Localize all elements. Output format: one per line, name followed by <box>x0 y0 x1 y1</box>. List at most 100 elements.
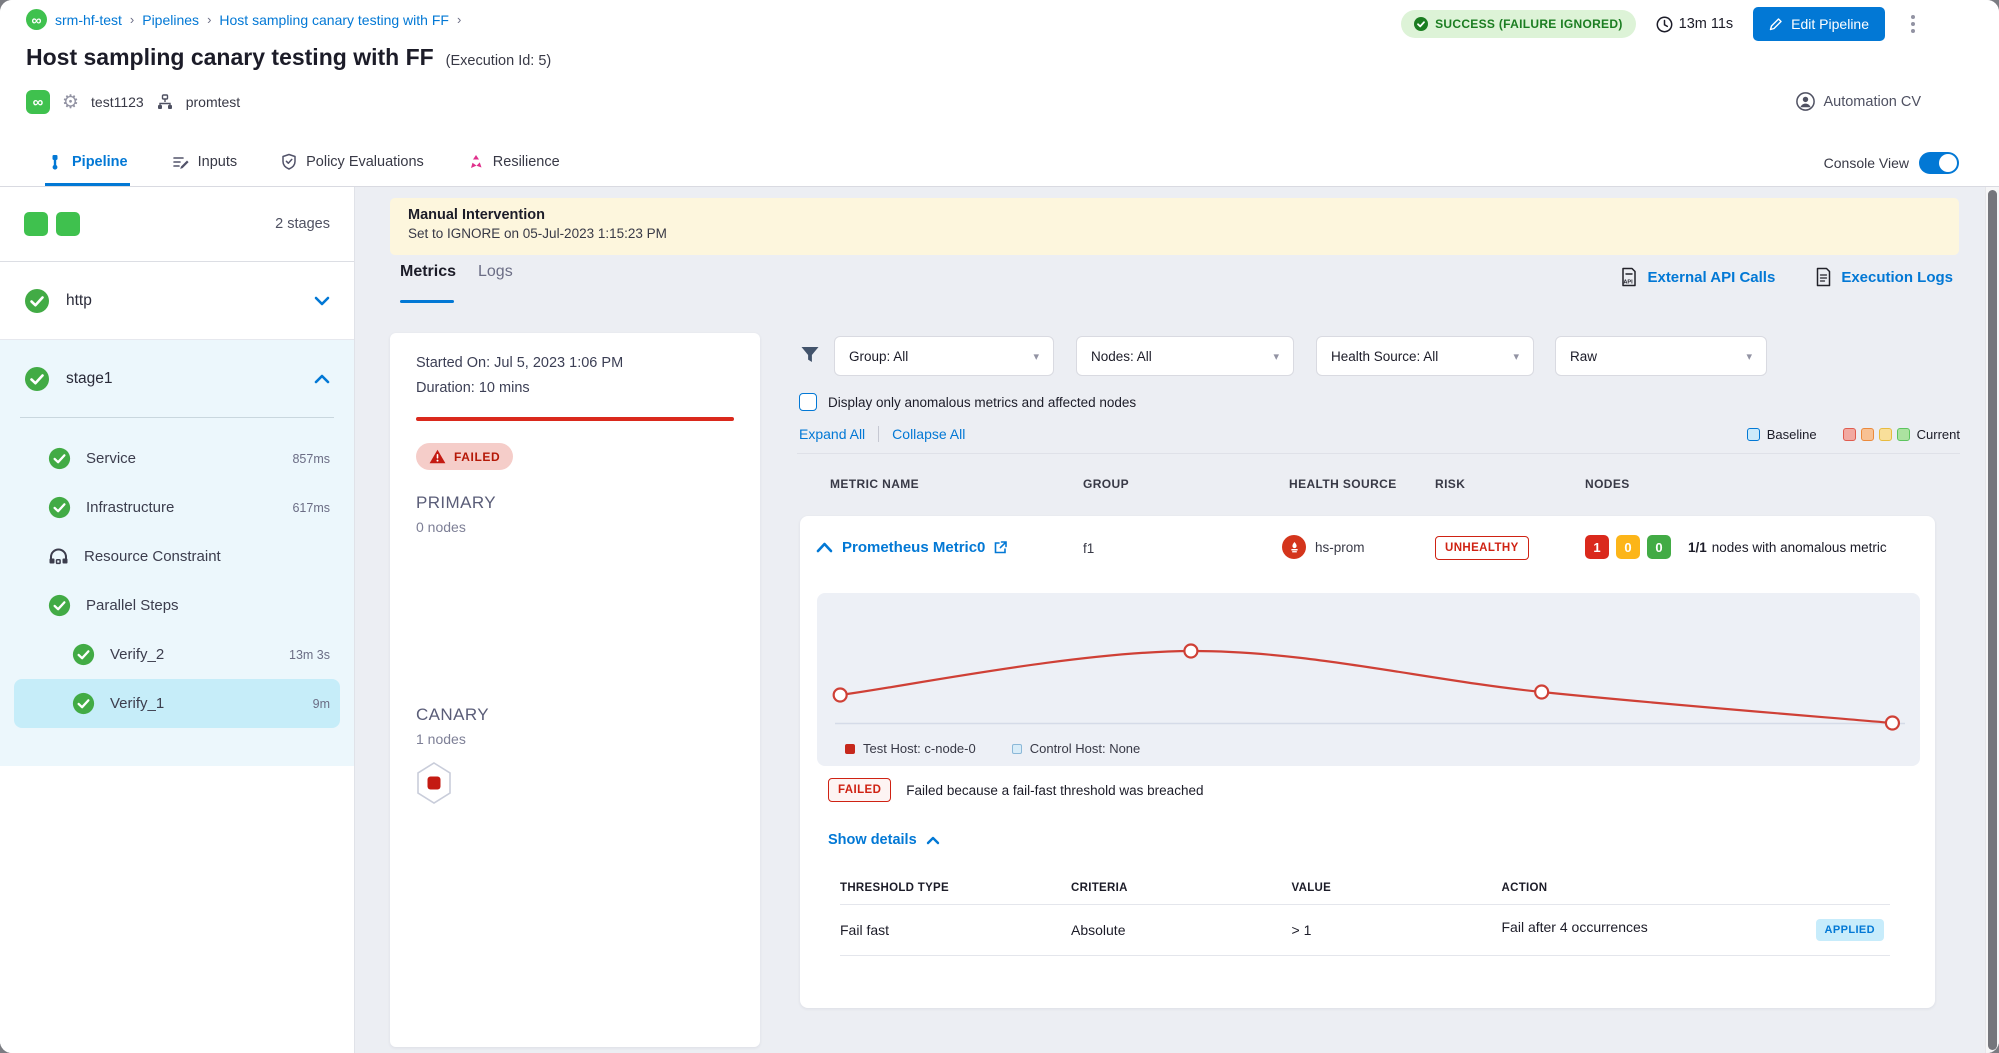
sidebar-step-infrastructure[interactable]: Infrastructure617ms <box>14 483 340 532</box>
sidebar-stage-stage1[interactable]: stage1 <box>0 340 354 417</box>
tab-resilience[interactable]: Resilience <box>466 140 562 186</box>
applied-badge: APPLIED <box>1816 919 1884 941</box>
baseline-swatch-icon <box>1747 428 1760 441</box>
breadcrumb-separator: › <box>207 12 211 27</box>
filter-row: Group: All▾ Nodes: All▾ Health Source: All… <box>797 336 1960 376</box>
more-options-icon[interactable] <box>1905 9 1921 39</box>
metric-name-link[interactable]: Prometheus Metric0 <box>842 539 1008 556</box>
user-name: Automation CV <box>1823 94 1921 110</box>
metric-line-chart[interactable] <box>817 597 1920 737</box>
console-view-toggle[interactable] <box>1919 152 1959 174</box>
nodes-summary-text: nodes with anomalous metric <box>1712 540 1887 555</box>
console-view-label: Console View <box>1824 155 1909 171</box>
chart-legend-item: Test Host: c-node-0 <box>845 741 976 756</box>
chevron-up-icon[interactable] <box>314 374 330 384</box>
pencil-icon <box>1769 17 1783 31</box>
data-mode-filter-dropdown[interactable]: Raw▾ <box>1555 336 1767 376</box>
chevron-down-icon: ▾ <box>1513 350 1519 363</box>
edit-pipeline-button[interactable]: Edit Pipeline <box>1753 7 1885 41</box>
show-details-link[interactable]: Show details <box>828 832 940 848</box>
breadcrumb-separator: › <box>130 12 134 27</box>
tab-inputs[interactable]: Inputs <box>170 140 240 186</box>
legend-label: Control Host: None <box>1030 741 1141 756</box>
failed-progress-bar <box>416 417 734 421</box>
metric-chart-panel: Test Host: c-node-0 Control Host: None <box>817 593 1920 766</box>
collapse-chevron-icon[interactable] <box>816 542 833 553</box>
success-check-icon <box>24 366 50 392</box>
sidebar-step-verify-2[interactable]: Verify_2 13m 3s <box>14 630 340 679</box>
chevron-down-icon: ▾ <box>1273 350 1279 363</box>
sidebar-stage-http[interactable]: http <box>0 262 354 339</box>
page-title: Host sampling canary testing with FF <box>26 44 434 71</box>
current-swatch-icon <box>1843 428 1856 441</box>
duration: Duration: 10 mins <box>416 380 530 396</box>
breadcrumb-pipeline-name[interactable]: Host sampling canary testing with FF <box>219 12 449 28</box>
user-chip[interactable]: Automation CV <box>1796 92 1921 111</box>
success-check-icon <box>48 447 71 470</box>
banner-subtitle: Set to IGNORE on 05-Jul-2023 1:15:23 PM <box>408 226 1941 241</box>
risk-badge: UNHEALTHY <box>1435 536 1529 560</box>
failed-status-label: FAILED <box>454 450 500 464</box>
sidebar-step-parallel-steps[interactable]: Parallel Steps <box>14 581 340 630</box>
step-label: Verify_2 <box>110 646 164 663</box>
service-name[interactable]: test1123 <box>91 94 144 110</box>
step-list: Service857msInfrastructure617msResource … <box>0 418 354 728</box>
nodes-filter-dropdown[interactable]: Nodes: All▾ <box>1076 336 1294 376</box>
health-source-filter-dropdown[interactable]: Health Source: All ▾ <box>1316 336 1534 376</box>
scrollbar-thumb[interactable] <box>1988 190 1997 1050</box>
breadcrumb: ∞ srm-hf-test › Pipelines › Host samplin… <box>26 9 461 30</box>
filter-icon[interactable] <box>799 344 821 366</box>
execution-logs-label: Execution Logs <box>1841 269 1953 286</box>
vertical-scrollbar[interactable] <box>1985 187 1999 1053</box>
breadcrumb-pipelines[interactable]: Pipelines <box>142 12 199 28</box>
execution-logs-link[interactable]: Execution Logs <box>1815 267 1953 287</box>
threshold-details-table: THRESHOLD TYPECRITERIAVALUEACTIONFail fa… <box>840 874 1890 956</box>
metric-row-card: Prometheus Metric0 f1 <box>800 516 1935 1008</box>
tab-policy-evaluations[interactable]: Policy Evaluations <box>279 140 426 186</box>
sidebar-step-resource-constraint[interactable]: Resource Constraint <box>14 532 340 581</box>
step-label: Parallel Steps <box>86 597 179 614</box>
breadcrumb-project[interactable]: srm-hf-test <box>55 12 122 28</box>
execution-header: ∞ srm-hf-test › Pipelines › Host samplin… <box>0 0 1999 140</box>
current-swatch-icon <box>1879 428 1892 441</box>
elapsed-time: 13m 11s <box>1656 16 1734 33</box>
started-on: Started On: Jul 5, 2023 1:06 PM <box>416 355 623 371</box>
subtab-logs[interactable]: Logs <box>478 263 513 281</box>
stages-header: 2 stages <box>0 187 354 262</box>
edit-pipeline-label: Edit Pipeline <box>1791 16 1869 32</box>
node-count-chip: 1 <box>1585 535 1609 559</box>
stage-squares-icon <box>24 212 80 236</box>
column-header-group: GROUP <box>1083 477 1129 491</box>
anomalous-only-checkbox[interactable] <box>799 393 817 411</box>
collapse-all-link[interactable]: Collapse All <box>892 426 965 442</box>
failed-status-pill: FAILED <box>416 443 513 470</box>
external-api-calls-label: External API Calls <box>1647 269 1775 286</box>
success-check-icon <box>48 496 71 519</box>
group-filter-dropdown[interactable]: Group: All▾ <box>834 336 1054 376</box>
node-count-chip: 0 <box>1647 535 1671 559</box>
tab-pipeline[interactable]: Pipeline <box>45 140 130 186</box>
chart-legend-item: Control Host: None <box>1012 741 1141 756</box>
sidebar-step-service[interactable]: Service857ms <box>14 434 340 483</box>
person-icon <box>1796 92 1815 111</box>
prometheus-icon <box>1282 535 1306 559</box>
api-document-icon: API <box>1620 267 1638 287</box>
stages-sidebar: 2 stages http <box>0 187 355 1053</box>
expand-all-link[interactable]: Expand All <box>799 426 865 442</box>
dropdown-value: Health Source: All <box>1331 349 1438 364</box>
success-check-icon <box>24 288 50 314</box>
subtab-metrics[interactable]: Metrics <box>400 263 456 281</box>
metrics-table-header: METRIC NAMEGROUPHEALTH SOURCERISKNODES <box>797 477 1960 497</box>
main-tabbar: Pipeline Inputs Policy Evaluations <box>0 140 1999 187</box>
current-label: Current <box>1917 427 1960 442</box>
shield-check-icon <box>281 153 297 170</box>
external-api-calls-link[interactable]: API External API Calls <box>1620 267 1775 287</box>
stage-name: stage1 <box>66 370 113 388</box>
warning-triangle-icon <box>429 449 446 464</box>
sidebar-step-verify-1[interactable]: Verify_19m <box>14 679 340 728</box>
canary-node-hexagon[interactable] <box>414 761 454 805</box>
chevron-down-icon[interactable] <box>314 296 330 306</box>
step-duration: 13m 3s <box>289 648 330 662</box>
artifact-name[interactable]: promtest <box>186 94 240 110</box>
clock-icon <box>1656 16 1673 33</box>
